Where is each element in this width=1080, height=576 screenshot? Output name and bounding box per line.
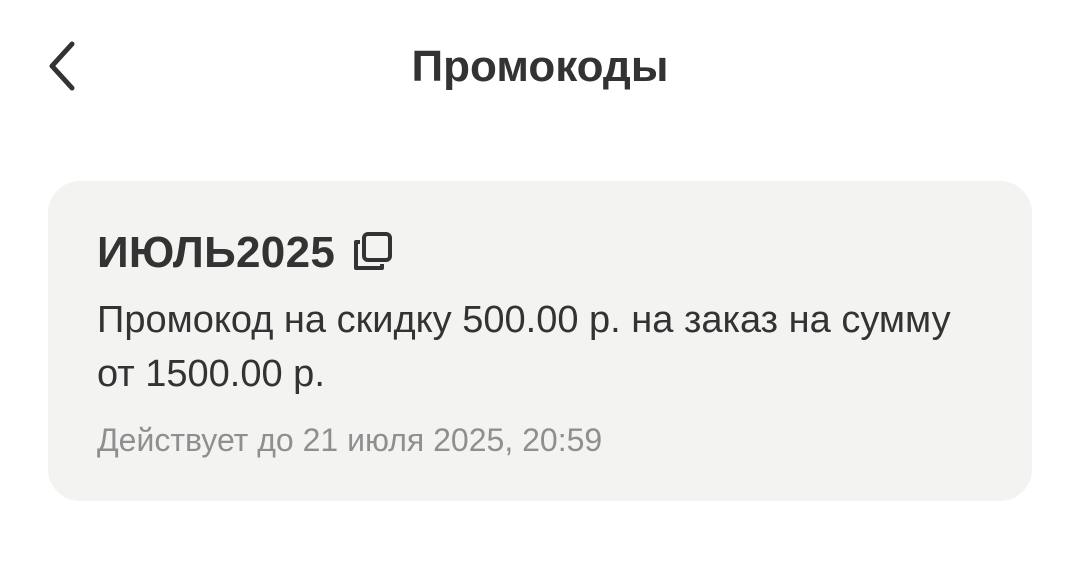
promo-code-row: ИЮЛЬ2025 (97, 225, 395, 281)
header: Промокоды (0, 0, 1080, 136)
promo-card: ИЮЛЬ2025 Промокод на скидку 500.00 р. на… (48, 181, 1032, 501)
copy-icon (352, 230, 394, 277)
page-title: Промокоды (411, 42, 669, 91)
promo-code: ИЮЛЬ2025 (97, 228, 336, 277)
copy-button[interactable] (351, 231, 395, 275)
promo-validity: Действует до 21 июля 2025, 20:59 (97, 422, 603, 458)
promo-description: Промокод на скидку 500.00 р. на заказ на… (97, 299, 951, 395)
